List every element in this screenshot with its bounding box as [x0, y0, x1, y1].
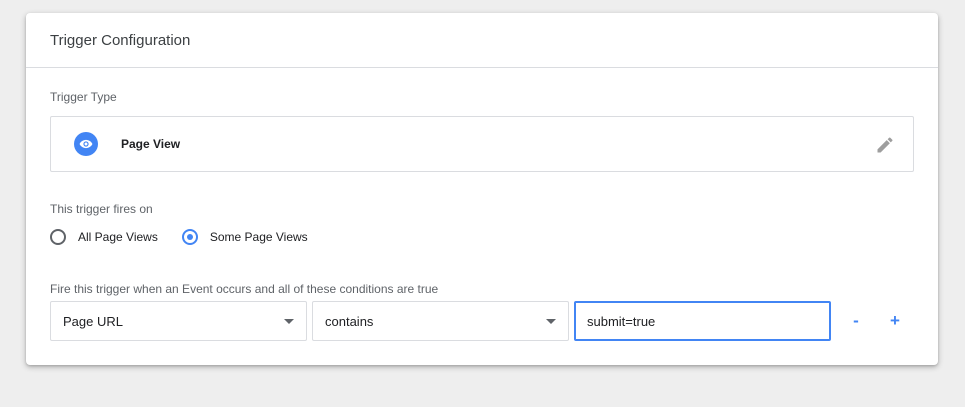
card-title: Trigger Configuration [50, 31, 191, 49]
eye-icon [74, 132, 98, 156]
radio-some-page-views[interactable]: Some Page Views [181, 229, 308, 245]
fires-on-label: This trigger fires on [50, 202, 153, 216]
trigger-type-name: Page View [121, 137, 181, 151]
condition-value-input[interactable] [574, 301, 831, 341]
operator-select-value: contains [325, 313, 374, 329]
caret-down-icon [546, 318, 556, 324]
radio-button-unchecked[interactable] [50, 229, 66, 245]
add-condition-button[interactable]: + [885, 311, 905, 331]
caret-down-icon [284, 318, 294, 324]
radio-button-checked[interactable] [181, 229, 198, 245]
radio-label: All Page Views [78, 230, 158, 244]
radio-all-page-views[interactable]: All Page Views [50, 229, 158, 245]
trigger-type-selector[interactable]: Page View [50, 116, 914, 172]
variable-select-value: Page URL [63, 313, 123, 329]
trigger-type-label: Trigger Type [50, 90, 117, 104]
radio-label: Some Page Views [209, 230, 308, 244]
condition-row: Page URL contains - + [50, 301, 905, 341]
trigger-configuration-card: Trigger Configuration Trigger Type Page … [26, 13, 938, 365]
conditions-label: Fire this trigger when an Event occurs a… [50, 282, 439, 296]
pencil-icon[interactable] [875, 135, 895, 155]
card-header: Trigger Configuration [26, 13, 938, 68]
variable-select[interactable]: Page URL [50, 301, 307, 341]
remove-condition-button[interactable]: - [846, 311, 866, 331]
fires-on-radio-group: All Page Views Some Page Views [50, 229, 332, 245]
operator-select[interactable]: contains [312, 301, 569, 341]
